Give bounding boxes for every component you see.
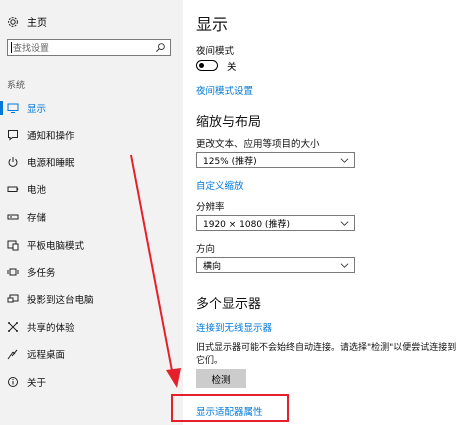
annotation-arrow — [130, 154, 181, 388]
